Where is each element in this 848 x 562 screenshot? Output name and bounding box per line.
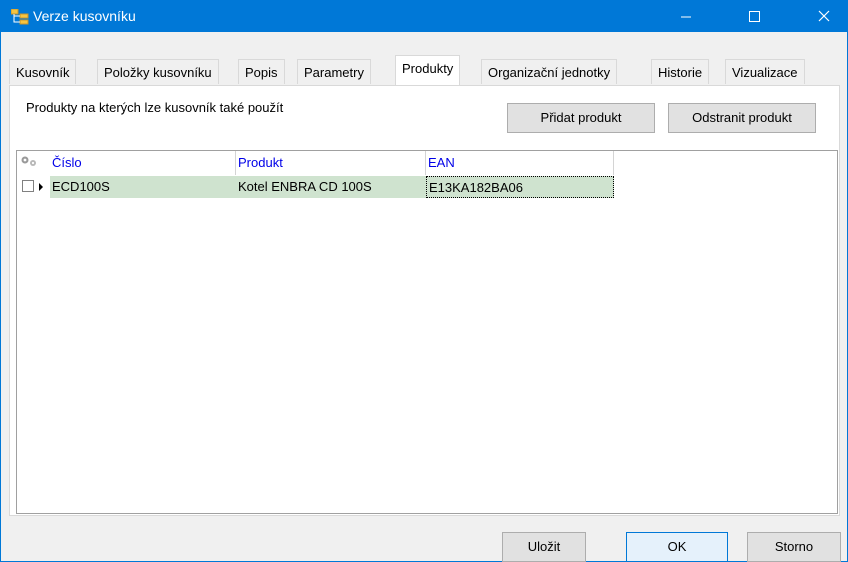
bom-icon — [10, 8, 29, 25]
title-bar: Verze kusovníku — [1, 1, 847, 32]
cancel-button[interactable]: Storno — [747, 532, 841, 562]
row-checkbox[interactable] — [22, 180, 34, 192]
column-header-cislo[interactable]: Číslo — [50, 151, 236, 175]
tab-kusovnik[interactable]: Kusovník — [9, 59, 77, 84]
tab-organizacni-jednotky[interactable]: Organizační jednotky — [481, 59, 618, 84]
row-indicator-icon — [39, 183, 43, 191]
grid-settings-cell[interactable] — [17, 151, 50, 175]
tab-vizualizace[interactable]: Vizualizace — [725, 59, 805, 84]
tab-popis[interactable]: Popis — [238, 59, 285, 84]
column-header-produkt[interactable]: Produkt — [236, 151, 426, 175]
add-product-button[interactable]: Přidat produkt — [507, 103, 655, 133]
grid-header: Číslo Produkt EAN — [17, 151, 617, 175]
cell-produkt[interactable]: Kotel ENBRA CD 100S — [236, 176, 426, 198]
tab-parametry[interactable]: Parametry — [297, 59, 371, 84]
dialog-window: Verze kusovníku Kusovník Položky kusovní… — [0, 0, 848, 562]
tab-produkty[interactable]: Produkty — [395, 55, 461, 85]
minimize-button[interactable] — [663, 1, 709, 32]
cell-cislo[interactable]: ECD100S — [50, 176, 236, 198]
tab-polozky-kusovniku[interactable]: Položky kusovníku — [97, 59, 219, 84]
ok-button[interactable]: OK — [626, 532, 728, 562]
window-title: Verze kusovníku — [33, 8, 136, 24]
close-button[interactable] — [801, 1, 847, 32]
panel-description: Produkty na kterých lze kusovník také po… — [26, 100, 284, 115]
remove-product-button[interactable]: Odstranit produkt — [668, 103, 816, 133]
column-header-ean[interactable]: EAN — [426, 151, 614, 175]
tab-historie[interactable]: Historie — [651, 59, 710, 84]
maximize-button[interactable] — [731, 1, 777, 32]
products-grid[interactable]: Číslo Produkt EAN ECD100S Kotel ENBRA CD… — [16, 150, 838, 514]
table-row[interactable]: ECD100S Kotel ENBRA CD 100S E13KA182BA06 — [17, 176, 617, 198]
save-button[interactable]: Uložit — [502, 532, 586, 562]
cell-ean[interactable]: E13KA182BA06 — [426, 176, 614, 198]
